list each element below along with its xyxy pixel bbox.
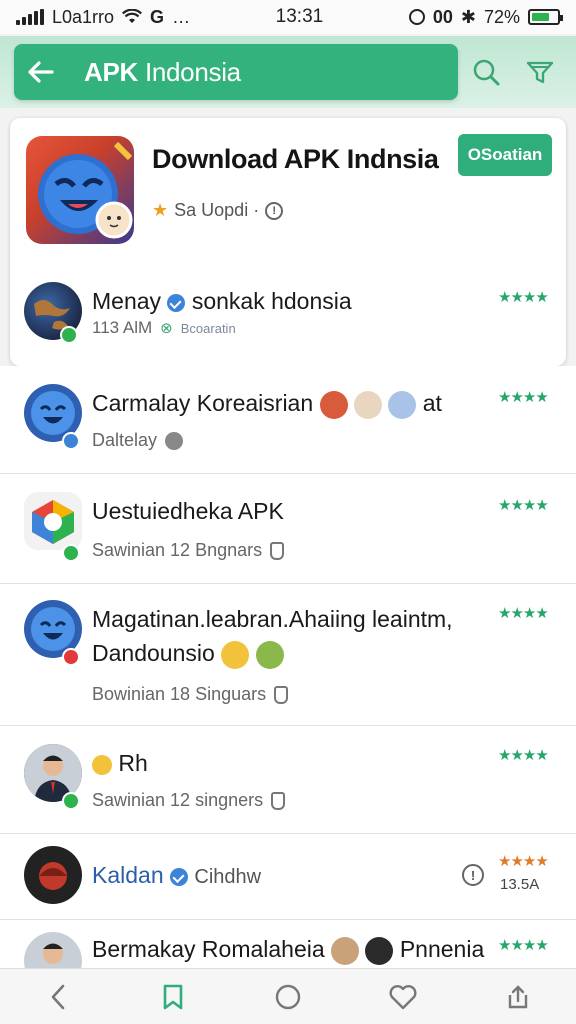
battery-percent: 72%	[483, 6, 520, 27]
list-item[interactable]: Menay sonkak hdonsia 113 AlM ⊗ Bcoaratin…	[10, 268, 566, 366]
list-item[interactable]: Rh Sawinian 12 singners ★★★★	[0, 726, 576, 834]
rating-text: Sa Uopdi ·	[174, 200, 260, 220]
list-item-title: Magatinan.leabran.Ahaiing leaintm,	[92, 606, 453, 632]
emoji-icon	[353, 390, 382, 419]
rating-stars: ★★★★	[498, 747, 549, 764]
list-item-title: Rh	[92, 750, 148, 777]
rating-stars: ★★★★	[498, 605, 549, 622]
page-title: APK Indonsia	[84, 57, 241, 88]
signal-icon	[16, 9, 44, 25]
avatar	[24, 846, 82, 904]
carrier-label: L0a1rro	[52, 6, 115, 27]
app-icon	[26, 136, 134, 244]
avatar	[24, 492, 82, 550]
star-icon: ★	[152, 200, 169, 220]
install-button[interactable]: OSoatian	[458, 134, 552, 176]
list-item-subtitle: Daltelay	[92, 430, 184, 451]
battery-fill	[531, 13, 550, 21]
bluetooth-icon: ✱	[460, 6, 476, 27]
list-item-subtitle: Sawinian 12 singners	[92, 790, 286, 811]
search-icon	[473, 59, 500, 86]
alarm-icon	[408, 9, 425, 25]
thumbs-up-icon[interactable]	[271, 791, 286, 810]
title-bar: APK Indonsia	[14, 44, 458, 100]
filter-icon	[526, 61, 554, 84]
arrow-left-icon	[28, 61, 54, 83]
meta-text: 13.5A	[500, 876, 540, 893]
verified-icon	[167, 293, 186, 312]
nav-back[interactable]	[36, 975, 80, 1019]
back-button[interactable]	[14, 44, 66, 100]
list-item[interactable]: Carmalay Koreaisrian at Daltelay ★★★★	[0, 366, 576, 474]
bottom-navigation	[0, 968, 576, 1024]
list-item[interactable]: Magatinan.leabran.Ahaiing leaintm, Dando…	[0, 584, 576, 726]
app-rating-line: ★ Sa Uopdi · !	[152, 200, 284, 221]
g-icon: G	[150, 6, 165, 27]
status-bar: L0a1rro G … 13:31 00 ✱ 72%	[0, 0, 576, 34]
clock: 13:31	[275, 6, 324, 27]
featured-app-card[interactable]: Download APK Indnsia ★ Sa Uopdi · ! OSoa…	[10, 118, 566, 366]
rating-stars: ★★★★	[498, 853, 549, 870]
more-dots-icon: …	[172, 6, 191, 27]
emoji-icon	[331, 936, 360, 965]
avatar	[24, 932, 82, 968]
status-badge	[60, 326, 78, 344]
wifi-icon	[122, 9, 143, 23]
list-item[interactable]: Kaldan Cihdhw ! ★★★★ 13.5A	[0, 834, 576, 920]
share-icon	[509, 984, 528, 1008]
list-item-title: Bermakay Romalaheia Pnnenia	[92, 936, 484, 965]
battery-icon	[527, 9, 563, 25]
verified-icon	[170, 867, 189, 886]
nav-bookmark[interactable]	[151, 975, 195, 1019]
nav-share[interactable]	[496, 975, 540, 1019]
bookmark-icon	[163, 984, 183, 1009]
search-button[interactable]	[468, 54, 504, 90]
info-icon[interactable]: !	[462, 864, 484, 886]
verified-badge	[62, 432, 80, 450]
list-item-title: Menay sonkak hdonsia	[92, 288, 352, 314]
title-bold: APK	[84, 56, 138, 87]
emoji-icon	[365, 936, 394, 965]
list-item-title: Carmalay Koreaisrian at	[92, 390, 442, 419]
title-rest: Indonsia	[144, 56, 241, 87]
rating-stars: ★★★★	[498, 937, 549, 954]
list-item[interactable]: Uestuiedheka APK Sawinian 12 Bngnars ★★★…	[0, 474, 576, 584]
rating-stars: ★★★★	[498, 389, 549, 406]
circle-home-icon	[275, 984, 301, 1009]
rating-stars: ★★★★	[498, 289, 549, 306]
status-badge	[62, 544, 80, 562]
thumbs-up-icon[interactable]	[274, 685, 289, 704]
emoji-icon	[221, 640, 250, 669]
list-item-title: Uestuiedheka APK	[92, 498, 284, 524]
status-badge	[62, 648, 80, 666]
rating-stars: ★★★★	[498, 497, 549, 514]
nav-favorites[interactable]	[381, 975, 425, 1019]
emoji-icon	[92, 754, 112, 775]
list-item-subtitle: 113 AlM ⊗ Bcoaratin	[92, 318, 236, 337]
nav-home[interactable]	[266, 975, 310, 1019]
app-title: Download APK Indnsia	[152, 144, 439, 174]
status-indicators: 00	[432, 6, 453, 27]
list-item-subtitle: Sawinian 12 Bngnars	[92, 540, 285, 561]
list-item-title-line2: Dandounsio	[92, 640, 284, 669]
check-circle-icon	[165, 431, 184, 450]
link-icon: ⊗	[160, 320, 173, 337]
app-bar: APK Indonsia	[0, 36, 576, 108]
emoji-icon	[319, 390, 348, 419]
thumbs-up-icon[interactable]	[270, 541, 285, 560]
emoji-icon	[388, 390, 417, 419]
heart-icon	[389, 984, 417, 1009]
info-icon[interactable]: !	[265, 201, 284, 220]
list-item[interactable]: Bermakay Romalaheia Pnnenia ★★★★	[0, 920, 576, 968]
chevron-left-icon	[51, 984, 64, 1009]
emoji-icon	[255, 640, 284, 669]
list-item-title: Kaldan Cihdhw	[92, 862, 262, 888]
status-badge	[62, 792, 80, 810]
list-item-subtitle: Bowinian 18 Singuars	[92, 684, 289, 705]
filter-button[interactable]	[522, 54, 558, 90]
